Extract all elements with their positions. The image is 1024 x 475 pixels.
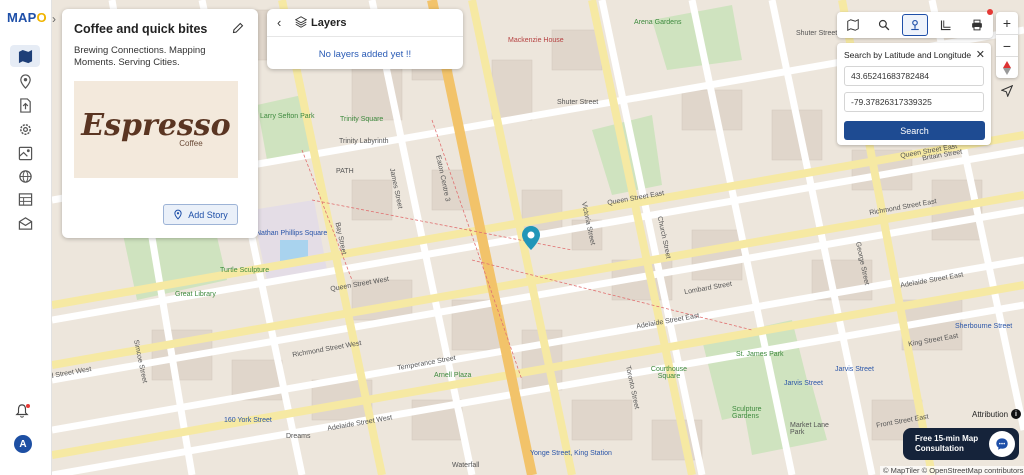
location-pin-icon[interactable] [522,226,540,253]
map-toolbar [837,12,993,38]
sidebar-item-location[interactable] [10,70,40,92]
map-label: Courthouse Square [650,366,688,380]
map-label: Larry Sefton Park [260,113,315,120]
map-label: Mackenzie House [508,37,564,44]
sidebar-item-settings[interactable] [10,118,40,140]
sidebar: MAPO A [0,0,52,475]
locate-me-button[interactable] [996,81,1018,101]
map-label: Yonge Street, King Station [530,450,612,457]
zoom-controls: + − [996,12,1018,78]
map-label: Arnell Plaza [434,372,472,379]
notification-dot [26,404,30,408]
info-icon: i [1011,409,1022,419]
map-label: Shuter Street [557,99,599,106]
zoom-out-button[interactable]: − [996,34,1018,56]
map-label: Arena Gardens [634,19,682,26]
map-label: Sculpture Gardens [732,406,762,420]
sidebar-item-mail[interactable] [10,212,40,234]
table-icon [18,192,32,206]
pin-coordinate-icon [911,19,919,31]
consultation-label: Free 15-min Map Consultation [915,434,979,453]
map-credits: © MapTiler © OpenStreetMap contributors [880,466,1024,475]
measure-button[interactable] [933,14,959,36]
search-button[interactable] [871,14,897,36]
ruler-icon [941,20,951,31]
map-icon [846,19,859,31]
map-label: Shuter Street [796,30,838,37]
attribution-toggle[interactable]: Attribution i [972,409,1022,419]
layers-icon [295,16,307,28]
map-label: Jarvis Street [784,380,823,387]
map-label: Dreams [286,433,311,440]
map-label: Trinity Labyrinth [339,138,389,145]
map-label: Great Library [175,291,216,298]
zoom-in-button[interactable]: + [996,12,1018,34]
sidebar-item-gallery[interactable] [10,142,40,164]
compass-icon [1003,60,1011,75]
layers-header: ‹ Layers [267,9,463,37]
chat-icon[interactable] [989,431,1015,457]
map-label: Nathan Phillips Square [256,230,328,237]
map-label: Jarvis Street [835,366,874,373]
search-submit-button[interactable]: Search [844,121,985,140]
add-story-label: Add Story [188,209,228,220]
gear-icon [19,123,31,135]
attribution-label: Attribution [972,409,1009,419]
layers-empty-message: No layers added yet !! [318,49,412,60]
map-icon [18,49,32,63]
story-image: Espresso Coffee [74,81,238,178]
story-image-brand: Espresso [81,108,231,143]
story-description: Brewing Connections. Mapping Moments. Se… [74,45,206,68]
print-icon [972,19,983,31]
search-icon [878,19,890,31]
map-label: Sherbourne Street [955,323,1013,330]
mail-icon [18,216,32,230]
layers-title: Layers [311,17,347,29]
location-icon [19,73,31,89]
navigation-arrow-icon [1001,85,1013,97]
close-icon[interactable]: ✕ [976,48,985,61]
story-card: Coffee and quick bites Brewing Connectio… [62,9,258,238]
layers-panel: ‹ Layers No layers added yet !! [267,9,463,69]
notification-dot [987,9,993,15]
chevron-right-icon[interactable]: › [52,12,56,26]
sidebar-item-map[interactable] [10,45,40,67]
latitude-input[interactable] [844,66,984,86]
map-label: PATH [336,168,354,175]
chevron-left-icon[interactable]: ‹ [277,15,281,30]
print-button[interactable] [964,14,990,36]
basemap-button[interactable] [840,14,866,36]
gallery-icon [18,146,32,160]
coordinate-search-panel: Search by Latitude and Longitude ✕ Searc… [837,43,991,145]
map-label: Turtle Sculpture [220,267,270,274]
sidebar-item-table[interactable] [10,188,40,210]
sidebar-item-upload[interactable] [10,94,40,116]
globe-icon [18,169,32,183]
add-story-button[interactable]: Add Story [163,204,238,225]
map-label: Trinity Square [340,116,384,123]
map-label: Waterfall [452,462,480,469]
map-label: Market Lane Park [790,422,829,436]
story-image-sub: Coffee [179,139,203,148]
location-icon [174,209,182,220]
sidebar-item-globe[interactable] [10,165,40,187]
coordinate-search-button[interactable] [901,14,928,36]
consultation-widget[interactable]: Free 15-min Map Consultation [903,428,1019,460]
compass-button[interactable] [996,56,1018,78]
map-label: St. James Park [736,351,784,358]
avatar[interactable]: A [14,435,32,453]
coordinate-search-title: Search by Latitude and Longitude [844,50,972,60]
upload-file-icon [19,97,31,113]
edit-pencil-icon[interactable] [232,22,244,34]
longitude-input[interactable] [844,92,984,112]
logo: MAPO [7,10,47,25]
map-label: 160 York Street [224,417,272,424]
story-title: Coffee and quick bites [74,22,208,36]
